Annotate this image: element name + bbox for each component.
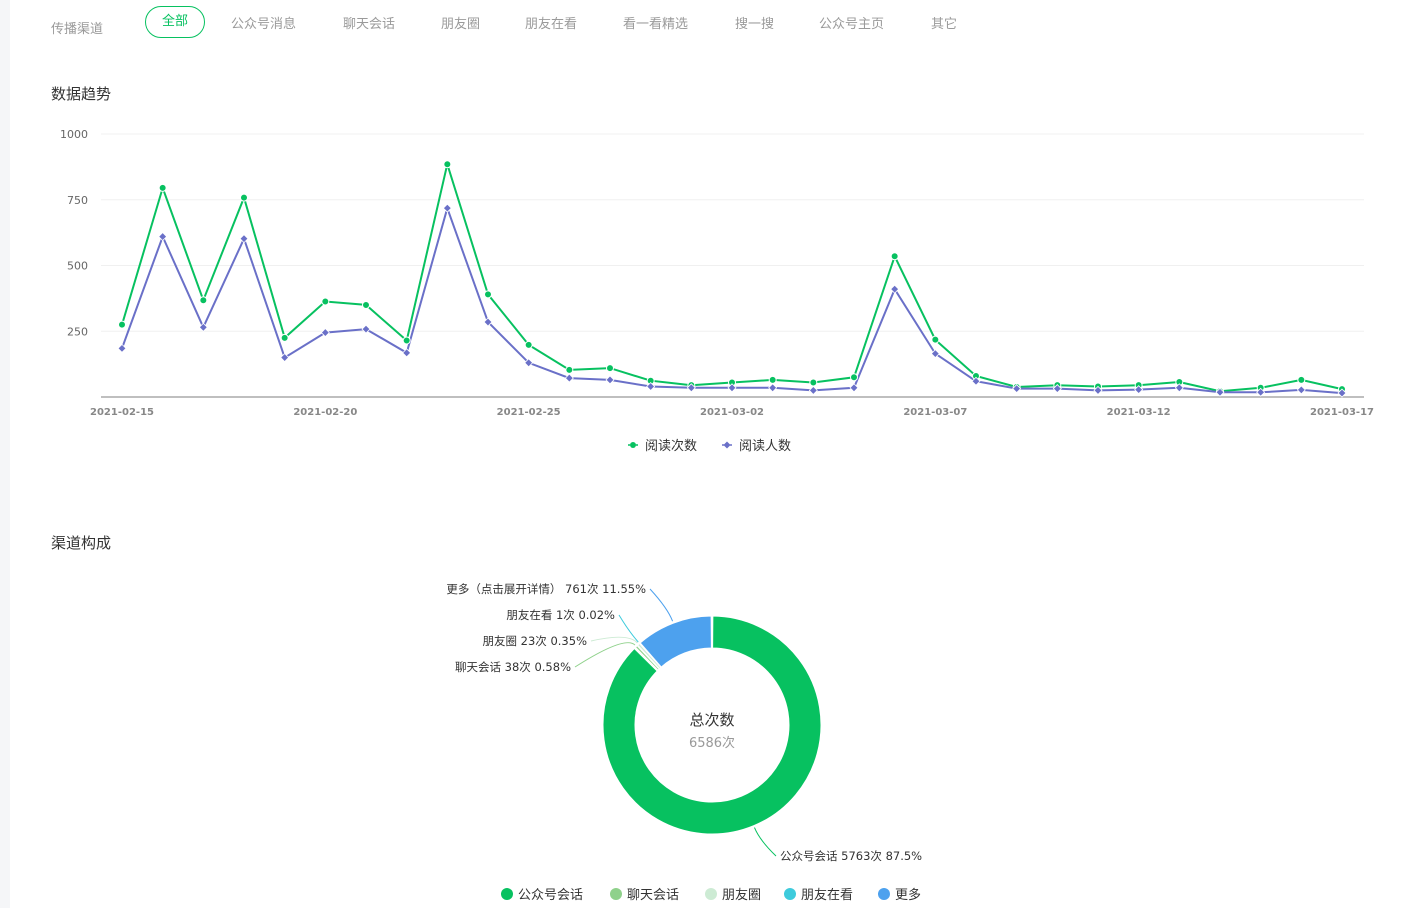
data-point bbox=[158, 232, 168, 242]
x-tick-label: 2021-03-07 bbox=[903, 407, 967, 418]
data-point bbox=[1297, 375, 1306, 384]
slice-label: 聊天会话 38次 0.58% bbox=[455, 660, 571, 674]
legend-item[interactable]: 朋友在看 bbox=[784, 884, 853, 903]
legend-dot-icon bbox=[784, 887, 796, 900]
data-point bbox=[809, 378, 818, 387]
donut-center-title: 总次数 bbox=[689, 711, 734, 729]
slice-label: 朋友圈 23次 0.35% bbox=[483, 634, 588, 648]
data-point bbox=[484, 290, 492, 299]
legend-marker bbox=[723, 441, 731, 449]
data-point bbox=[199, 296, 208, 305]
legend-dot-icon bbox=[878, 887, 890, 900]
data-point bbox=[443, 160, 452, 169]
x-tick-label: 2021-02-20 bbox=[293, 407, 357, 418]
donut-legend: 公众号会话 聊天会话 朋友圈 朋友在看 更多 bbox=[0, 884, 1403, 904]
y-tick-label: 500 bbox=[67, 260, 88, 273]
data-point bbox=[402, 336, 411, 345]
x-tick-label: 2021-02-25 bbox=[497, 407, 561, 418]
legend-item[interactable]: 公众号会话 bbox=[501, 884, 583, 903]
slice-label: 更多（点击展开详情） 761次 11.55% bbox=[446, 582, 646, 596]
trend-line-chart: 250 500 750 1000 2021-02-15 2021-02-20 2021-02… bbox=[60, 128, 1374, 454]
donut-center-value: 6586次 bbox=[689, 735, 735, 751]
y-tick-label: 1000 bbox=[60, 128, 88, 141]
legend-item[interactable]: 聊天会话 bbox=[610, 884, 679, 903]
data-point bbox=[565, 365, 574, 374]
data-point bbox=[524, 340, 533, 349]
series-line-1 bbox=[121, 160, 1343, 393]
channel-donut-chart: 总次数 6586次公众号会话 5763次 87.5% 聊天会话 38次 0.58% 朋… bbox=[446, 582, 922, 863]
label-leader-line bbox=[649, 588, 674, 622]
x-tick-label: 2021-03-12 bbox=[1107, 407, 1171, 418]
data-point bbox=[768, 383, 778, 393]
label-leader-line bbox=[754, 827, 777, 857]
label-leader-line bbox=[590, 636, 638, 644]
legend-label: 朋友在看 bbox=[801, 888, 854, 903]
legend-item[interactable]: 更多 bbox=[878, 884, 921, 903]
data-point bbox=[240, 193, 248, 202]
data-point bbox=[1296, 385, 1306, 395]
data-point bbox=[808, 385, 818, 395]
data-point bbox=[361, 324, 371, 334]
x-tick-label: 2021-02-15 bbox=[90, 407, 154, 418]
x-tick-label: 2021-03-02 bbox=[700, 407, 764, 418]
data-point bbox=[198, 322, 208, 332]
slice-label: 公众号会话 5763次 87.5% bbox=[780, 849, 922, 863]
data-point bbox=[239, 234, 249, 244]
data-point bbox=[606, 364, 614, 373]
data-point bbox=[768, 375, 777, 384]
data-point bbox=[890, 252, 899, 261]
data-point bbox=[849, 383, 859, 393]
legend-marker bbox=[630, 442, 636, 448]
x-tick-label: 2021-03-17 bbox=[1310, 407, 1374, 418]
data-point bbox=[1174, 383, 1184, 393]
legend-label: 聊天会话 bbox=[627, 888, 680, 903]
y-tick-label: 750 bbox=[67, 194, 88, 207]
data-point bbox=[280, 333, 289, 342]
legend-label: 公众号会话 bbox=[518, 888, 584, 903]
data-point bbox=[118, 320, 126, 329]
data-point bbox=[850, 373, 858, 382]
y-tick-label: 250 bbox=[67, 325, 88, 338]
data-point bbox=[362, 300, 370, 309]
data-point bbox=[931, 335, 940, 344]
data-point bbox=[442, 203, 452, 213]
series-line-2 bbox=[121, 204, 1343, 395]
legend-label: 阅读人数 bbox=[739, 439, 791, 454]
data-point bbox=[158, 183, 167, 192]
legend-item[interactable]: 朋友圈 bbox=[705, 884, 761, 903]
legend-dot-icon bbox=[705, 887, 717, 900]
charts-canvas: 250 500 750 1000 2021-02-15 2021-02-20 2021-02… bbox=[60, 128, 1374, 863]
data-point bbox=[605, 375, 615, 385]
data-point bbox=[117, 343, 127, 353]
legend-label: 更多 bbox=[895, 888, 922, 903]
legend-label: 阅读次数 bbox=[645, 438, 697, 454]
data-point bbox=[646, 381, 656, 392]
slice-label: 朋友在看 1次 0.02% bbox=[506, 608, 615, 622]
legend-dot-icon bbox=[610, 887, 622, 900]
data-point bbox=[564, 373, 574, 383]
data-point bbox=[321, 297, 330, 306]
legend-label: 朋友圈 bbox=[722, 888, 762, 903]
legend-dot-icon bbox=[501, 887, 513, 900]
